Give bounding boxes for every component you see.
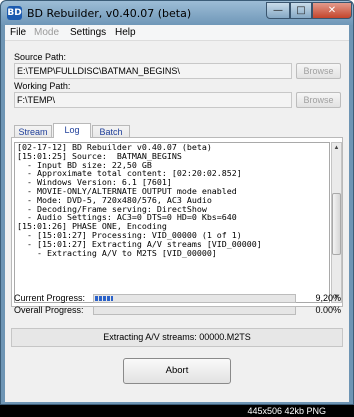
current-progress-label: Current Progress: (14, 293, 86, 303)
log-output[interactable]: [02-17-12] BD Rebuilder v0.40.07 (beta)[… (14, 142, 330, 303)
current-progress-bar (93, 294, 296, 303)
close-button[interactable]: ✕ (312, 2, 352, 19)
overall-progress-label: Overall Progress: (14, 305, 84, 315)
scroll-up-icon[interactable]: ▲ (332, 143, 341, 153)
window-title: BD Rebuilder, v0.40.07 (beta) (27, 7, 192, 20)
log-scrollbar[interactable]: ▲ ▼ (331, 142, 342, 303)
menu-settings[interactable]: Settings (70, 27, 106, 38)
working-browse-button[interactable]: Browse (296, 92, 341, 108)
abort-button[interactable]: Abort (123, 358, 231, 384)
status-bar: Extracting A/V streams: 00000.M2TS (11, 328, 343, 347)
source-browse-button[interactable]: Browse (296, 63, 341, 79)
client-area: File Mode Settings Help Source Path: E:\… (5, 25, 349, 402)
title-bar[interactable]: BD BD Rebuilder, v0.40.07 (beta) — □ ✕ (1, 1, 353, 25)
app-window: BD BD Rebuilder, v0.40.07 (beta) — □ ✕ F… (0, 0, 354, 405)
working-path-field[interactable]: F:\TEMP\ (14, 92, 292, 108)
minimize-button[interactable]: — (266, 2, 290, 19)
menu-file[interactable]: File (10, 27, 26, 38)
overall-progress-value: 0.00% (315, 305, 341, 315)
current-progress-value: 9,20% (315, 293, 341, 303)
maximize-button[interactable]: □ (290, 2, 312, 19)
source-path-field[interactable]: E:\TEMP\FULLDISC\BATMAN_BEGINS\ (14, 63, 292, 79)
current-progress-fill (95, 296, 113, 301)
scroll-thumb[interactable] (332, 193, 341, 255)
log-line: - Extracting A/V to M2TS [VID_00000] (17, 247, 217, 258)
menu-help[interactable]: Help (115, 27, 136, 38)
image-caption: 445x506 42kb PNG (0, 405, 354, 417)
tab-log[interactable]: Log (53, 123, 91, 138)
menu-bar: File Mode Settings Help (5, 25, 349, 41)
overall-progress-bar (93, 306, 296, 315)
working-path-label: Working Path: (14, 81, 71, 91)
bd-app-icon: BD (7, 6, 22, 20)
menu-mode[interactable]: Mode (34, 27, 59, 38)
source-path-label: Source Path: (14, 52, 67, 62)
